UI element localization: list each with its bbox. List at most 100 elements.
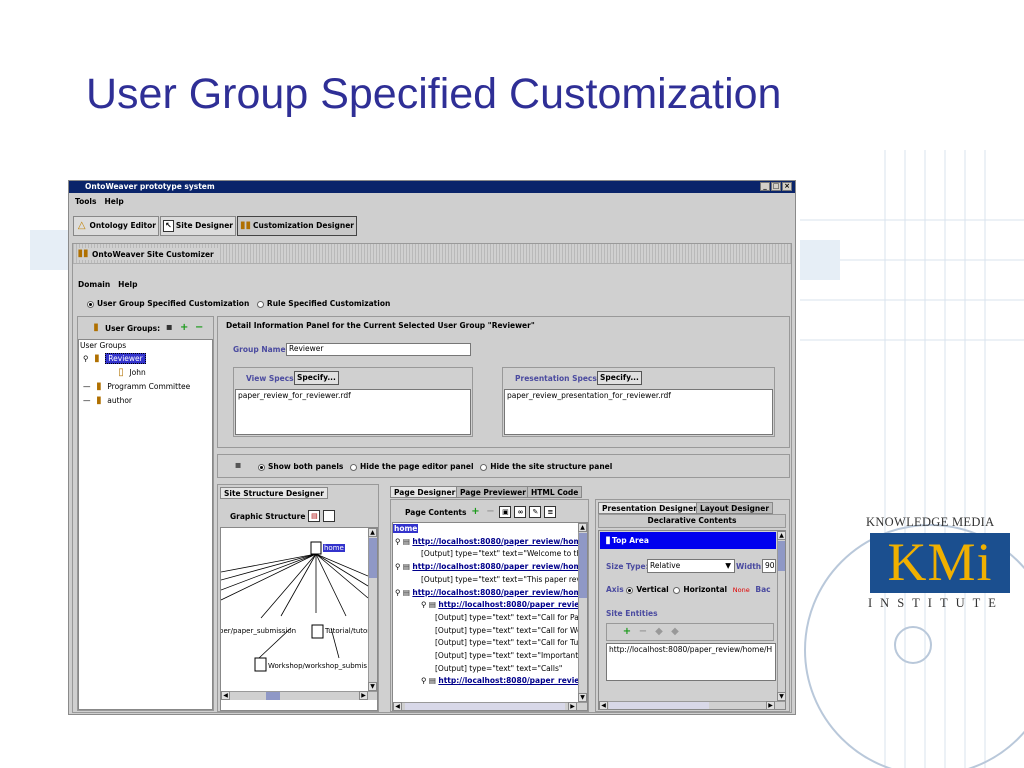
add-icon[interactable]: + [621, 626, 633, 638]
move-down-icon[interactable]: ◆ [669, 626, 681, 638]
scroll-up-icon[interactable]: ▲ [578, 523, 587, 532]
page-link-item[interactable]: ⚲ ▤ http://localhost:8080/paper_review/h… [395, 562, 581, 571]
graphic-structure-canvas[interactable]: home per/paper_submission Tutorial/tutor… [220, 527, 378, 711]
mode-user-group-radio[interactable]: User Group Specified Customization [87, 299, 249, 308]
presentation-specs-specify-button[interactable]: Specify... [597, 371, 642, 385]
blank-page-icon[interactable] [323, 510, 336, 522]
expand-icon[interactable]: ⚲ [395, 562, 403, 571]
node-workshop[interactable]: Workshop/workshop_submis [268, 662, 367, 670]
output-icon[interactable]: ▣ [499, 506, 512, 518]
structure-vscroll-thumb[interactable] [369, 538, 377, 578]
remove-icon[interactable]: − [637, 626, 649, 638]
top-area-row[interactable]: ▮Top Area [600, 532, 776, 549]
minimize-button[interactable]: _ [760, 182, 770, 191]
ontology-editor-button[interactable]: △ Ontology Editor [73, 216, 159, 236]
structure-hscroll-thumb[interactable] [266, 692, 280, 700]
output-item[interactable]: [Output] type="text" text="Welcome to th… [421, 549, 586, 558]
save-icon[interactable]: ▪ [163, 322, 175, 334]
page-contents-tree[interactable]: home ⚲ ▤ http://localhost:8080/paper_revi… [392, 522, 588, 711]
page-contents-hscroll[interactable]: ◀ ▶ [393, 702, 587, 710]
group-name-field[interactable]: Reviewer [286, 343, 471, 356]
tab-layout-designer[interactable]: Layout Designer [696, 502, 774, 514]
scroll-left-icon[interactable]: ◀ [599, 701, 608, 709]
scroll-left-icon[interactable]: ◀ [393, 702, 402, 710]
tree-item-john[interactable]: ▯ John [115, 367, 145, 379]
page-root-item[interactable]: home [393, 524, 419, 533]
tab-html-code[interactable]: HTML Code [527, 486, 583, 498]
add-icon[interactable]: + [178, 322, 190, 334]
page-contents-vscroll[interactable]: ▲ ▼ [578, 523, 587, 702]
customization-designer-button[interactable]: ▮▮ Customization Designer [237, 216, 357, 236]
page-contents-hscroll-thumb[interactable] [405, 703, 565, 710]
mode-rule-radio[interactable]: Rule Specified Customization [256, 299, 390, 308]
presentation-vscroll-thumb[interactable] [778, 541, 785, 571]
page-icon[interactable]: ▤ [308, 510, 321, 522]
maximize-button[interactable]: □ [771, 182, 781, 191]
tab-page-designer[interactable]: Page Designer [390, 486, 460, 498]
menu-customizer-help[interactable]: Help [118, 280, 137, 289]
menu-help[interactable]: Help [104, 197, 123, 206]
structure-vscroll[interactable]: ▲ ▼ [368, 528, 377, 691]
output-item[interactable]: [Output] type="text" text="Calls" [435, 664, 562, 673]
output-item[interactable]: [Output] type="text" text="Call for Tuto [435, 638, 586, 647]
axis-vertical-radio[interactable]: Vertical [626, 585, 669, 594]
scroll-down-icon[interactable]: ▼ [368, 682, 377, 691]
node-tutorial[interactable]: Tutorial/tutori [325, 627, 372, 635]
scroll-right-icon[interactable]: ▶ [359, 691, 368, 700]
size-type-select[interactable]: Relative ▼ [647, 559, 735, 573]
output-item[interactable]: [Output] type="text" text="Important D [435, 651, 586, 660]
menu-domain[interactable]: Domain [78, 280, 110, 289]
add-icon[interactable]: + [469, 506, 481, 518]
scroll-up-icon[interactable]: ▲ [777, 531, 785, 540]
hide-site-structure-radio[interactable]: Hide the site structure panel [480, 462, 612, 471]
presentation-specs-field[interactable]: paper_review_presentation_for_reviewer.r… [504, 389, 773, 435]
structure-hscroll[interactable]: ◀ ▶ [221, 691, 377, 700]
list-icon[interactable]: ≡ [544, 506, 557, 518]
expand-icon[interactable]: ⚲ [395, 588, 403, 597]
axis-horizontal-radio[interactable]: Horizontal [673, 585, 727, 594]
window-titlebar[interactable]: OntoWeaver prototype system _ □ × [69, 181, 795, 193]
show-both-radio[interactable]: Show both panels [258, 462, 343, 471]
tree-item-pc[interactable]: — ▮ Programm Committee [83, 381, 190, 393]
presentation-hscroll[interactable]: ◀ ▶ [599, 701, 785, 709]
scroll-up-icon[interactable]: ▲ [368, 528, 377, 537]
scroll-right-icon[interactable]: ▶ [766, 701, 775, 709]
site-entity-url[interactable]: http://localhost:8080/paper_review/home/… [606, 643, 776, 681]
width-field[interactable]: 90 [762, 559, 776, 573]
page-link-item[interactable]: ⚲ ▤ http://localhost:8080/paper_review/l [421, 600, 587, 609]
page-link-item[interactable]: ⚲ ▤ http://localhost:8080/paper_review/h… [395, 537, 581, 546]
expand-icon[interactable]: ⚲ [395, 537, 403, 546]
tab-presentation-designer[interactable]: Presentation Designer [598, 502, 701, 514]
page-link-item[interactable]: ⚲ ▤ http://localhost:8080/paper_review/h… [395, 588, 581, 597]
remove-icon[interactable]: − [193, 322, 205, 334]
tab-page-previewer[interactable]: Page Previewer [456, 486, 530, 498]
view-specs-field[interactable]: paper_review_for_reviewer.rdf [235, 389, 471, 435]
tree-item-author[interactable]: — ▮ author [83, 395, 132, 407]
hide-page-editor-radio[interactable]: Hide the page editor panel [350, 462, 474, 471]
page-contents-vscroll-thumb[interactable] [579, 533, 587, 598]
site-designer-button[interactable]: ↖ Site Designer [160, 216, 236, 236]
remove-icon[interactable]: − [484, 506, 496, 518]
tab-site-structure[interactable]: Site Structure Designer [220, 487, 328, 499]
presentation-vscroll[interactable]: ▲ ▼ [777, 531, 785, 701]
page-link-item[interactable]: ⚲ ▤ http://localhost:8080/paper_review/l [421, 676, 587, 685]
view-specs-specify-button[interactable]: Specify... [294, 371, 339, 385]
close-button[interactable]: × [782, 182, 792, 191]
expand-icon[interactable]: ⚲ [421, 600, 429, 609]
menu-tools[interactable]: Tools [75, 197, 96, 206]
tree-item-reviewer[interactable]: ⚲ ▮ Reviewer [83, 353, 146, 365]
output-item[interactable]: [Output] type="text" text="Call for Pape [435, 613, 587, 622]
node-home[interactable]: home [323, 544, 345, 552]
output-item[interactable]: [Output] type="text" text="This paper re… [421, 575, 587, 584]
expand-icon[interactable]: ⚲ [421, 676, 429, 685]
presentation-hscroll-thumb[interactable] [609, 702, 709, 709]
scroll-left-icon[interactable]: ◀ [221, 691, 230, 700]
move-up-icon[interactable]: ◆ [653, 626, 665, 638]
edit-icon[interactable]: ✎ [529, 506, 542, 518]
node-paper-submission[interactable]: per/paper_submission [221, 627, 296, 635]
scroll-down-icon[interactable]: ▼ [777, 692, 785, 701]
output-item[interactable]: [Output] type="text" text="Call for Worl [435, 626, 587, 635]
binoculars-icon[interactable]: ∞ [514, 506, 527, 518]
scroll-right-icon[interactable]: ▶ [568, 702, 577, 710]
save-icon[interactable]: ▪ [232, 460, 244, 472]
